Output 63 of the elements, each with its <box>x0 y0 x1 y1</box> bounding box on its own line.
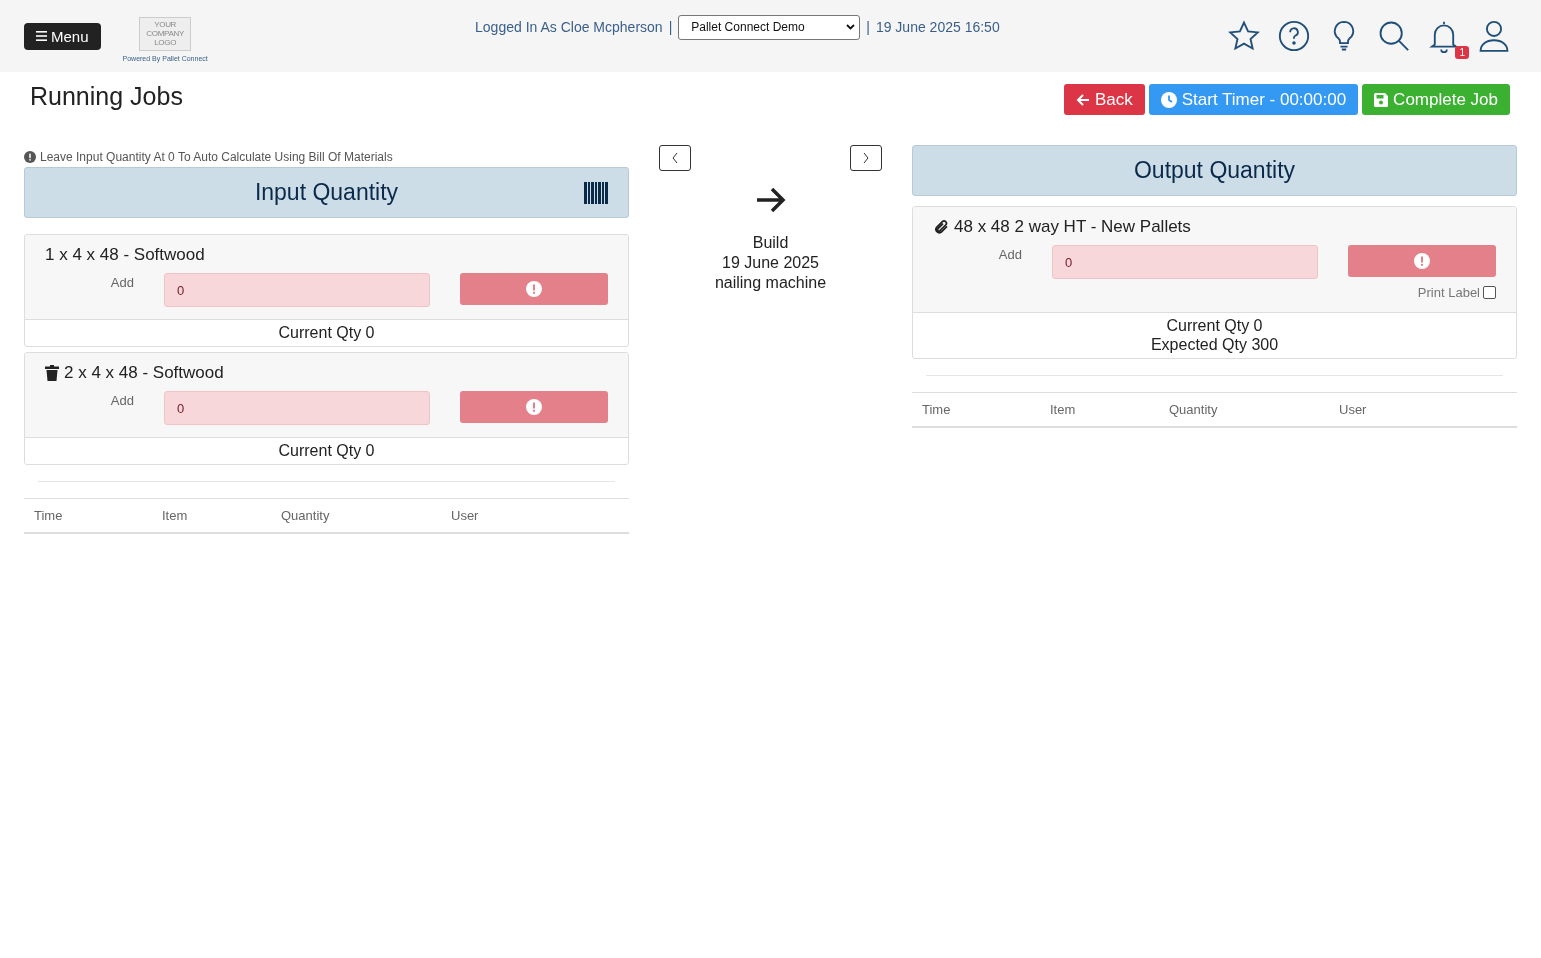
warning-icon <box>1414 253 1430 269</box>
add-label: Add <box>998 247 1022 262</box>
add-button[interactable] <box>460 391 608 423</box>
arrow-left-icon <box>1075 92 1090 107</box>
quantity-input[interactable]: 0 <box>164 273 430 307</box>
next-button[interactable] <box>850 145 882 171</box>
clock-icon <box>1160 91 1177 108</box>
quantity-input[interactable]: 0 <box>164 391 430 425</box>
quantity-input[interactable]: 0 <box>1052 245 1318 279</box>
column-header: Quantity <box>281 508 331 523</box>
page-title: Running Jobs <box>30 82 183 111</box>
column-header: Time <box>922 402 952 417</box>
column-header: User <box>451 508 480 523</box>
chevron-left-icon <box>671 152 679 164</box>
save-icon <box>1374 92 1389 107</box>
barcode-icon[interactable] <box>584 181 608 204</box>
print-label-checkbox[interactable] <box>1483 286 1496 299</box>
expected-qty: Expected Qty 300 <box>1150 335 1279 354</box>
column-header: Item <box>162 508 189 523</box>
trash-icon[interactable] <box>45 365 59 381</box>
column-header: Time <box>34 508 64 523</box>
site-select[interactable]: Pallet Connect Demo <box>678 14 861 40</box>
search-icon[interactable] <box>1377 19 1411 53</box>
menu-button[interactable]: Menu <box>24 22 101 50</box>
separator: | <box>866 19 870 35</box>
warning-icon <box>526 281 542 297</box>
help-icon[interactable] <box>1277 19 1311 53</box>
hint-text: Leave Input Quantity At 0 To Auto Calculate Using Bill Of Materials <box>40 150 393 164</box>
current-qty: Current Qty 0 <box>278 441 375 460</box>
caret-icon <box>846 24 856 30</box>
back-button[interactable]: Back <box>1063 84 1145 115</box>
separator: | <box>668 19 673 35</box>
company-logo: YOUR COMPANY LOGO <box>139 16 192 51</box>
current-qty: Current Qty 0 <box>1166 316 1263 335</box>
column-header: Item <box>1050 402 1077 417</box>
add-button[interactable] <box>460 273 608 305</box>
chevron-right-icon <box>862 152 870 164</box>
job-info-text: nailing machine <box>714 273 827 293</box>
item-name: 1 x 4 x 48 - Softwood <box>45 245 205 265</box>
current-qty: Current Qty 0 <box>278 323 375 342</box>
warning-icon <box>526 399 542 415</box>
notification-badge: 1 <box>1455 46 1469 59</box>
info-icon <box>24 151 36 163</box>
user-icon[interactable] <box>1477 19 1511 53</box>
item-name: 48 x 48 2 way HT - New Pallets <box>954 217 1191 237</box>
logged-in-text: Logged In As Cloe Mcpherson <box>475 19 663 35</box>
menu-icon <box>36 31 47 41</box>
previous-button[interactable] <box>659 145 691 171</box>
paperclip-icon <box>933 219 949 235</box>
job-info-text: Build <box>752 233 789 253</box>
star-icon[interactable] <box>1227 19 1261 53</box>
item-name: 2 x 4 x 48 - Softwood <box>64 363 224 383</box>
date-time: 19 June 2025 16:50 <box>875 19 1000 35</box>
section-title: Input Quantity <box>254 179 399 206</box>
column-header: User <box>1339 402 1368 417</box>
section-title: Output Quantity <box>1133 157 1296 184</box>
job-info-text: 19 June 2025 <box>722 253 819 273</box>
add-button[interactable] <box>1348 245 1496 277</box>
add-label: Add <box>110 275 134 290</box>
column-header: Quantity <box>1169 402 1219 417</box>
print-label-text: Print Label <box>1417 285 1480 300</box>
add-label: Add <box>110 393 134 408</box>
arrow-right-icon <box>755 187 786 213</box>
